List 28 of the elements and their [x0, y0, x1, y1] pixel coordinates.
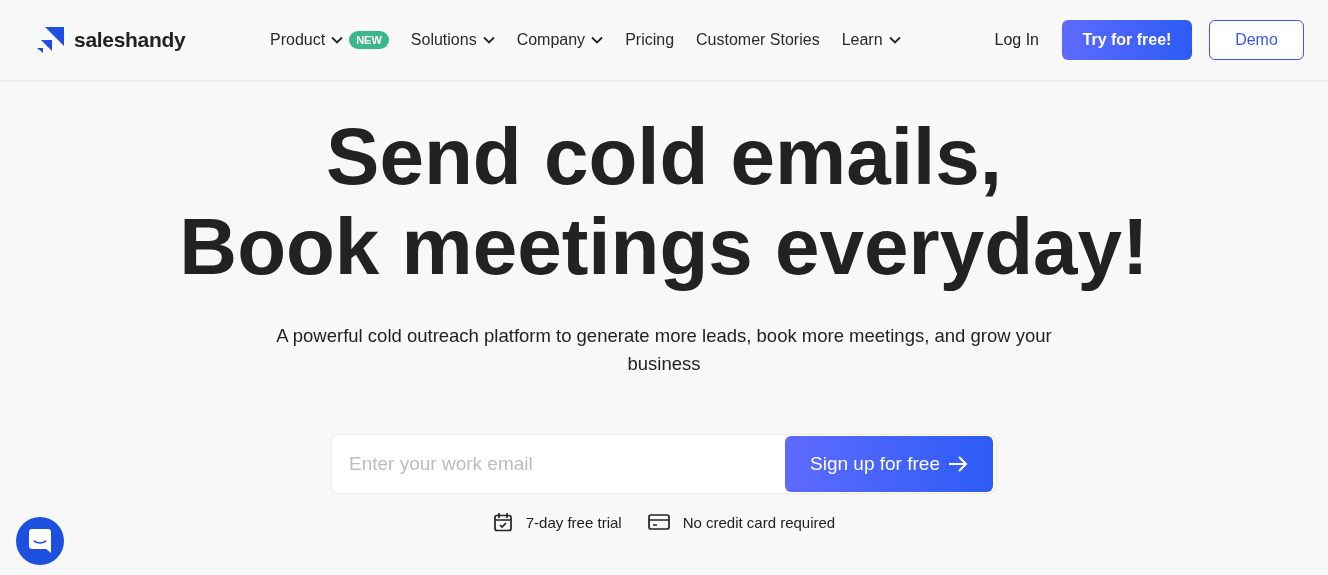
headline: Book meetings everyday!	[179, 202, 1149, 292]
nav-link[interactable]: Solutions	[410, 31, 495, 49]
chat-icon	[29, 529, 51, 553]
nav-link[interactable]: Pricing	[625, 31, 675, 49]
try-free-button[interactable]: Try for free!	[1062, 20, 1192, 60]
nav-link[interactable]: Company	[516, 31, 604, 49]
calendar-check-icon	[492, 512, 513, 532]
credit-card-icon	[647, 514, 670, 530]
logo-text: saleshandy	[74, 28, 186, 52]
nav-link[interactable]: Customer Stories	[696, 31, 820, 49]
login-link[interactable]: Log In	[994, 31, 1039, 49]
headline: Send cold emails,	[326, 112, 1002, 202]
arrow-right-icon	[947, 456, 968, 472]
nav-link[interactable]: Product NEW	[270, 31, 389, 49]
chevron-down-icon	[331, 36, 344, 44]
logo-icon	[37, 27, 65, 53]
new-badge: NEW	[349, 31, 389, 49]
chevron-down-icon	[591, 36, 604, 44]
signup-button[interactable]: Sign up for free	[785, 436, 993, 492]
demo-button[interactable]: Demo	[1209, 20, 1304, 60]
subtitle: A powerful cold outreach platform to generate more leads, book more meetings, and grow your business	[275, 324, 1053, 376]
nav-link[interactable]: Learn	[841, 31, 901, 49]
email-field[interactable]: Enter your work email Sign up for free	[331, 434, 997, 494]
chat-button[interactable]	[16, 517, 64, 565]
chevron-down-icon	[888, 36, 901, 44]
perk-text: No credit card required	[682, 513, 836, 531]
perk-text: 7-day free trial	[525, 513, 622, 531]
chevron-down-icon	[482, 36, 495, 44]
